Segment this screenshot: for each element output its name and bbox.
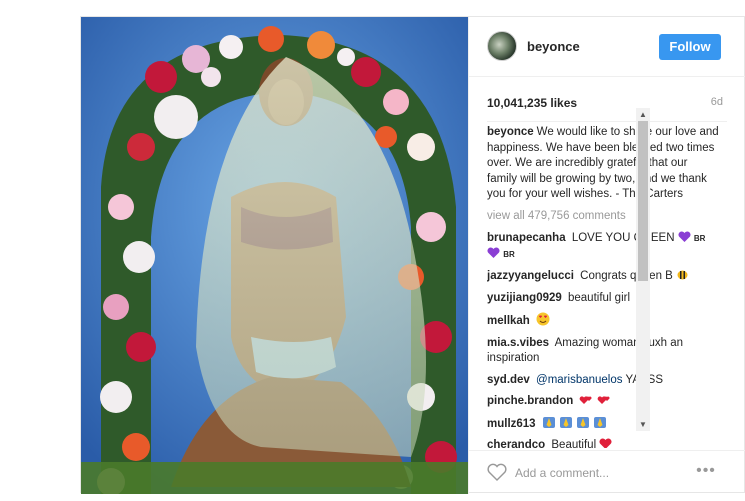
post-photo-art — [81, 17, 468, 494]
heart-icon — [599, 438, 612, 448]
comment-username[interactable]: yuzijiang0929 — [487, 292, 562, 304]
comment-text: LOVE YOU QUEEN — [571, 232, 675, 244]
praying-hands-icon — [542, 416, 555, 428]
comment-item: yuzijiang0929 beautiful girl — [487, 291, 719, 307]
scroll-down-arrow-icon[interactable]: ▼ — [636, 418, 650, 431]
comment-username[interactable]: cherandco — [487, 439, 545, 448]
caption: beyonce We would like to share our love a… — [487, 125, 719, 203]
caption-username[interactable]: beyonce — [487, 126, 534, 138]
heart-eyes-icon — [536, 312, 550, 326]
scroll-up-arrow-icon[interactable]: ▲ — [636, 108, 650, 121]
comment-item: mellkah — [487, 312, 719, 330]
comments-list: beyonce We would like to share our love a… — [487, 125, 719, 448]
praying-hands-icon — [559, 416, 572, 428]
more-options-button[interactable]: ••• — [691, 461, 721, 481]
likes-count[interactable]: 10,041,235 likes — [487, 96, 577, 110]
scrollbar-thumb[interactable] — [638, 121, 648, 281]
post-photo[interactable] — [81, 17, 468, 494]
two-hearts-icon — [580, 396, 593, 404]
comment-item: brunapecanha LOVE YOU QUEEN BR BR — [487, 231, 719, 262]
post-age[interactable]: 6d — [711, 96, 723, 108]
comment-item: syd.dev @marisbanuelos YASSS — [487, 373, 719, 389]
two-hearts-icon — [597, 396, 610, 404]
comment-username[interactable]: mia.s.vibes — [487, 337, 549, 349]
comment-username[interactable]: syd.dev — [487, 374, 530, 386]
praying-hands-icon — [594, 416, 607, 428]
comment-text: beautiful girl — [568, 291, 631, 304]
avatar[interactable] — [487, 31, 517, 61]
divider — [487, 121, 727, 122]
comment-item: jazzyyangelucci Congrats queen B — [487, 268, 719, 285]
comment-text: Beautiful — [551, 439, 597, 448]
post-sidebar: beyonce Follow 10,041,235 likes 6d beyon… — [468, 17, 745, 494]
comment-username[interactable]: mellkah — [487, 315, 530, 327]
comment-username[interactable]: jazzyyangelucci — [487, 270, 574, 282]
comment-item: mullz613 — [487, 416, 719, 433]
view-all-comments-link[interactable]: view all 479,756 comments — [487, 209, 719, 225]
comment-username[interactable]: mullz613 — [487, 418, 536, 430]
comment-text: Congrats queen B — [580, 270, 673, 282]
country-code: BR — [693, 234, 706, 243]
comment-username[interactable]: pinche.brandon — [487, 395, 573, 407]
add-comment-input[interactable] — [515, 463, 685, 483]
comment-item: pinche.brandon — [487, 394, 719, 410]
author-username[interactable]: beyonce — [527, 39, 580, 54]
comment-item: mia.s.vibes Amazing woman suxh an inspir… — [487, 336, 719, 367]
comment-footer: ••• — [469, 450, 745, 494]
comment-username[interactable]: brunapecanha — [487, 232, 566, 244]
purple-heart-icon — [487, 246, 500, 258]
mention-link[interactable]: @marisbanuelos — [536, 374, 622, 386]
bee-icon — [677, 270, 688, 280]
post-header: beyonce Follow — [469, 17, 745, 77]
follow-button[interactable]: Follow — [659, 34, 721, 60]
purple-heart-icon — [678, 231, 691, 242]
praying-hands-icon — [577, 416, 590, 428]
comment-item: cherandco Beautiful — [487, 438, 719, 448]
country-code: BR — [503, 249, 515, 259]
like-heart-icon[interactable] — [487, 463, 507, 481]
